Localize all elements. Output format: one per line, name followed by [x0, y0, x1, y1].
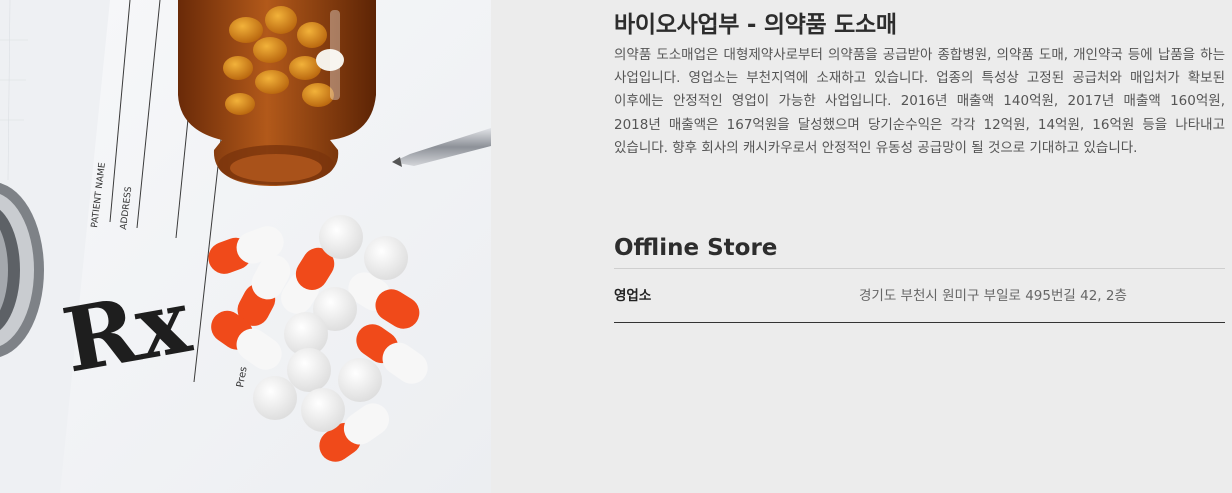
store-label: 영업소: [614, 288, 652, 304]
store-row: 영업소 경기도 부천시 원미구 부일로 495번길 42, 2층: [614, 284, 1225, 308]
pills-illustration: PATIENT NAME ADDRESS Rx Pres: [0, 0, 491, 493]
store-divider-bottom: [614, 322, 1225, 323]
store-address: 경기도 부천시 원미구 부일로 495번길 42, 2층: [859, 288, 1127, 304]
section-title: 바이오사업부 - 의약품 도소매: [614, 12, 897, 38]
rx-symbol: Rx: [56, 268, 199, 392]
section-description: 의약품 도소매업은 대형제약사로부터 의약품을 공급받아 종합병원, 의약품 도…: [614, 47, 1225, 156]
store-divider-top: [614, 268, 1225, 269]
offline-store-heading: Offline Store: [614, 235, 778, 261]
business-section: 바이오사업부 - 의약품 도소매 의약품 도소매업은 대형제약사로부터 의약품을…: [614, 8, 1225, 160]
product-photo: PATIENT NAME ADDRESS Rx Pres: [0, 0, 491, 493]
